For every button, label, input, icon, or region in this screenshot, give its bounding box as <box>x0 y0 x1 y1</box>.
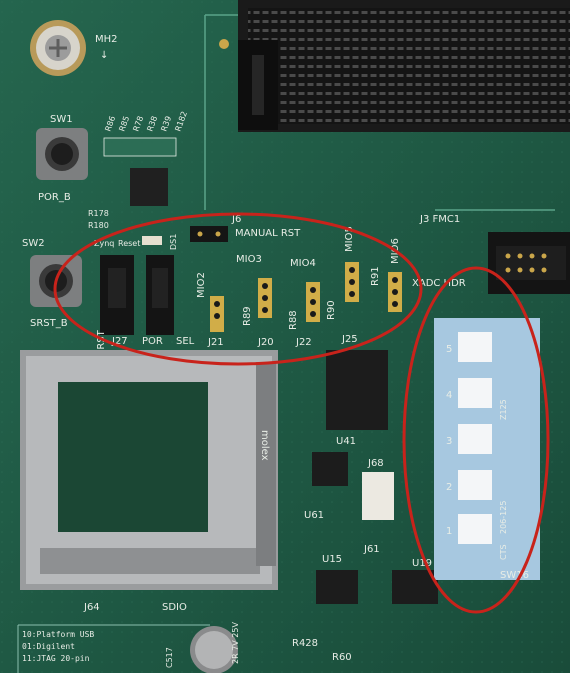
label-sw1: SW1 <box>50 114 73 125</box>
label-srst-b: SRST_B <box>30 318 68 329</box>
label-sel: SEL <box>176 336 195 347</box>
label-r428: R428 <box>292 638 318 649</box>
label-por: POR <box>142 336 163 347</box>
label-mh2: MH2 <box>95 34 118 45</box>
ic-u15 <box>316 570 358 604</box>
svg-text:01:Digilent: 01:Digilent <box>22 642 75 651</box>
label-sw16: SW16 <box>500 570 529 581</box>
label-cts: CTS <box>499 544 508 560</box>
label-por-b: POR_B <box>38 192 71 203</box>
mounting-hole-mh2 <box>30 20 86 76</box>
header-j6 <box>190 226 228 242</box>
label-j68: J68 <box>367 458 384 469</box>
label-c517: C517 <box>165 647 174 668</box>
dip-position-3: 3 <box>446 436 452 447</box>
label-j25: J25 <box>341 334 358 345</box>
label-j20: J20 <box>257 337 274 348</box>
label-r88: R88 <box>288 310 299 330</box>
label-r178: R178 <box>88 209 109 218</box>
label-u41: U41 <box>336 436 356 447</box>
label-206-125: 206-125 <box>499 501 508 534</box>
dip-position-1: 1 <box>446 526 452 537</box>
label-manual-rst: MANUAL RST <box>235 228 301 239</box>
label-j61: J61 <box>363 544 380 555</box>
label-mio4: MIO4 <box>290 258 316 269</box>
connector-j61 <box>362 472 394 520</box>
label-z125: Z125 <box>499 399 508 420</box>
via-pad <box>219 39 229 49</box>
ic-u41 <box>326 350 388 430</box>
svg-text:11:JTAG 20-pin: 11:JTAG 20-pin <box>22 654 90 663</box>
ic-u61 <box>312 452 348 486</box>
label-j22: J22 <box>295 337 312 348</box>
svg-text:↓: ↓ <box>100 50 108 61</box>
label-cap-value: 2R 7V 25V <box>231 622 240 664</box>
label-j6: J6 <box>231 214 241 225</box>
label-u61: U61 <box>304 510 324 521</box>
label-ds1: DS1 <box>169 234 178 250</box>
label-r89: R89 <box>242 306 253 326</box>
label-reset: Reset <box>118 239 140 248</box>
label-mio2: MIO2 <box>196 272 207 298</box>
ic-u2 <box>130 168 168 206</box>
label-r91: R91 <box>370 266 381 286</box>
label-r180: R180 <box>88 221 109 230</box>
led-ds1 <box>142 236 162 245</box>
label-j64: J64 <box>83 602 100 613</box>
push-button-sw1 <box>36 128 88 180</box>
label-molex: molex <box>259 430 270 461</box>
label-sdio: SDIO <box>162 602 187 613</box>
svg-text:10:Platform USB: 10:Platform USB <box>22 630 94 639</box>
label-j3-fmc1: J3 FMC1 <box>419 214 460 225</box>
label-r90: R90 <box>326 300 337 320</box>
label-u15: U15 <box>322 554 342 565</box>
label-sw2: SW2 <box>22 238 45 249</box>
label-r60: R60 <box>332 652 352 663</box>
fmc-connector <box>238 0 570 132</box>
label-j21: J21 <box>207 337 224 348</box>
dip-position-5: 5 <box>446 344 452 355</box>
sd-card-slot-j64: molex <box>20 350 278 590</box>
pcb-photo: MH2 ↓ SW1 POR_B R86 R85 R78 R38 R39 R182… <box>0 0 570 673</box>
label-mio3: MIO3 <box>236 254 262 265</box>
dip-position-2: 2 <box>446 482 452 493</box>
dip-switch-sw16 <box>434 318 540 580</box>
xadc-header <box>488 232 570 294</box>
dip-position-4: 4 <box>446 390 452 401</box>
